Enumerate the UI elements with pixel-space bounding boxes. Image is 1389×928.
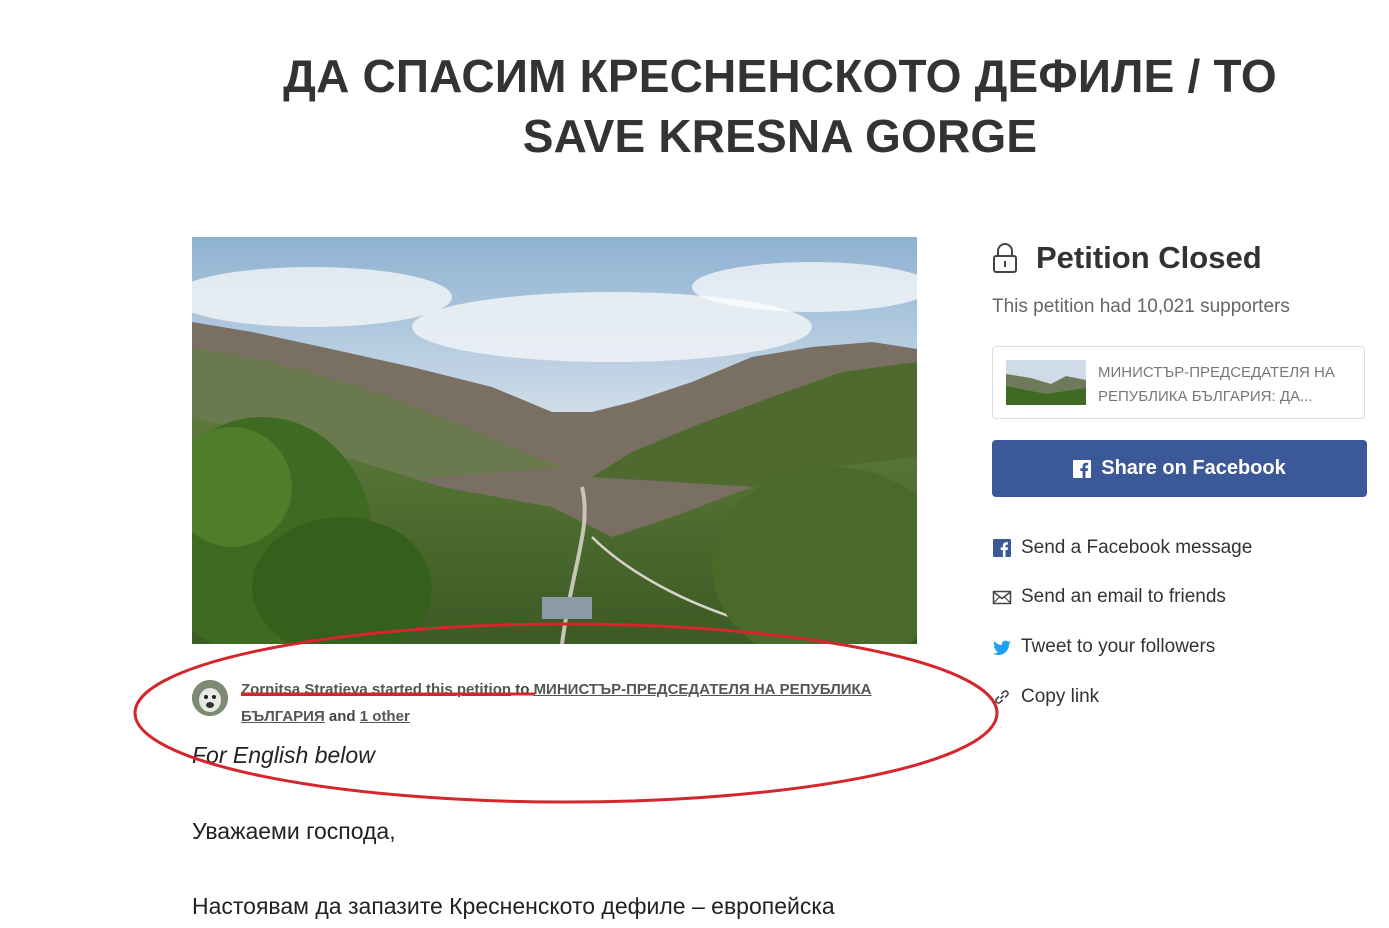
petition-status: Petition Closed xyxy=(992,240,1262,276)
share-item-label: Send an email to friends xyxy=(1021,586,1226,607)
petition-title-line2: SAVE KRESNA GORGE xyxy=(522,110,1038,162)
to-text: to xyxy=(511,681,534,698)
twitter-icon xyxy=(992,640,1011,655)
link-icon xyxy=(995,690,1009,704)
facebook-icon xyxy=(1073,459,1092,478)
petition-title: ДА СПАСИМ КРЕСНЕНСКОТО ДЕФИЛЕ / TO SAVE … xyxy=(230,46,1330,166)
petition-status-label: Petition Closed xyxy=(1036,240,1262,275)
card-text: МИНИСТЪР-ПРЕДСЕДАТЕЛЯ НА РЕПУБЛИКА БЪЛГА… xyxy=(1098,364,1335,405)
petition-paragraph: Уважаеми господа, xyxy=(192,818,396,844)
share-on-facebook-label: Share on Facebook xyxy=(1101,457,1286,479)
supporters-count: This petition had 10,021 supporters xyxy=(992,296,1290,317)
share-item-label: Copy link xyxy=(1021,686,1100,707)
starter-link[interactable]: Zornitsa Stratieva started this petition xyxy=(241,681,511,698)
lock-icon xyxy=(993,243,1017,273)
send-facebook-message-link[interactable]: Send a Facebook message xyxy=(992,537,1252,559)
send-email-link[interactable]: Send an email to friends xyxy=(992,586,1226,608)
share-item-label: Send a Facebook message xyxy=(1021,537,1253,558)
tweet-link[interactable]: Tweet to your followers xyxy=(992,636,1215,658)
share-item-label: Tweet to your followers xyxy=(1021,636,1216,657)
petition-title-line1: ДА СПАСИМ КРЕСНЕНСКОТО ДЕФИЛЕ / TO xyxy=(283,50,1277,102)
card-thumbnail xyxy=(1006,360,1086,405)
share-on-facebook-button[interactable]: Share on Facebook xyxy=(992,440,1367,497)
petition-paragraph: Настоявам да запазите Кресненското дефил… xyxy=(192,893,835,919)
facebook-icon xyxy=(993,539,1011,557)
english-note: For English below xyxy=(192,742,375,768)
petition-hero-image xyxy=(192,237,917,644)
other-recipients-link[interactable]: 1 other xyxy=(360,708,410,725)
petition-preview-card[interactable]: МИНИСТЪР-ПРЕДСЕДАТЕЛЯ НА РЕПУБЛИКА БЪЛГА… xyxy=(992,346,1365,419)
envelope-icon xyxy=(992,590,1012,605)
and-text: and xyxy=(324,708,360,725)
avatar[interactable] xyxy=(192,680,228,716)
petition-starter-info: Zornitsa Stratieva started this petition… xyxy=(192,676,932,730)
copy-link-button[interactable]: Copy link xyxy=(992,686,1099,708)
